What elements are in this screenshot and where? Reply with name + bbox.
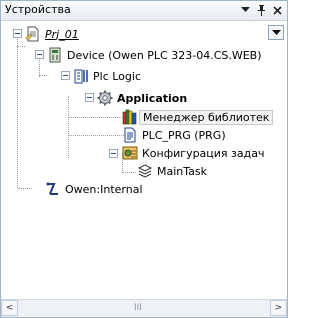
- pin-icon[interactable]: [253, 2, 269, 18]
- panel-titlebar: Устройства: [1, 1, 287, 21]
- device-label: Device (Owen PLC 323-04.CS.WEB): [67, 48, 262, 62]
- project-label: Prj_01: [45, 27, 79, 41]
- scroll-grip[interactable]: III: [134, 303, 142, 313]
- main-task-label: MainTask: [157, 164, 207, 178]
- connection-icon: [46, 182, 58, 195]
- tree-item-project[interactable]: Prj_01: [25, 25, 79, 43]
- task-config-label: Конфигурация задач: [142, 146, 265, 160]
- plc-logic-label: Plc Logic: [93, 69, 141, 83]
- device-tree: Prj_01 Device (Owen PLC 323-04.CS.WEB) P…: [1, 22, 287, 298]
- task-stack-icon: [137, 164, 153, 178]
- tree-item-owen-internal[interactable]: Owen:Internal: [45, 180, 143, 198]
- scroll-right-arrow-icon[interactable]: >: [270, 300, 287, 316]
- tree-item-plc-prg[interactable]: PLC_PRG (PRG): [122, 126, 226, 144]
- plc-device-icon: [49, 47, 61, 63]
- scroll-left-glyph: <: [5, 303, 14, 313]
- tree-item-library-manager[interactable]: Менеджер библиотек: [122, 108, 274, 126]
- plc-logic-icon: [74, 69, 88, 84]
- tree-item-device[interactable]: Device (Owen PLC 323-04.CS.WEB): [47, 46, 262, 64]
- owen-internal-label: Owen:Internal: [65, 182, 143, 196]
- expander-application[interactable]: [85, 93, 94, 102]
- expander-task-config[interactable]: [109, 149, 118, 158]
- devices-panel: Устройства Prj_01 Device (Owen PLC 323-0…: [0, 0, 288, 318]
- expander-project[interactable]: [13, 29, 22, 38]
- close-icon[interactable]: [269, 2, 285, 18]
- application-label: Application: [117, 91, 188, 105]
- program-file-icon: [124, 127, 136, 143]
- gear-icon: [97, 90, 113, 106]
- tree-item-plc-logic[interactable]: Plc Logic: [73, 67, 141, 85]
- panel-title: Устройства: [5, 3, 71, 16]
- tree-item-main-task[interactable]: MainTask: [137, 162, 207, 180]
- expander-plc-logic[interactable]: [61, 71, 70, 80]
- library-manager-label: Менеджер библиотек: [139, 109, 274, 125]
- horizontal-scrollbar[interactable]: < III >: [1, 299, 287, 317]
- task-config-icon: [122, 146, 138, 160]
- expander-device[interactable]: [35, 50, 44, 59]
- plc-prg-label: PLC_PRG (PRG): [142, 128, 226, 142]
- panel-menu-chevron-icon[interactable]: [237, 2, 253, 18]
- library-books-icon: [122, 109, 137, 125]
- tree-item-task-config[interactable]: Конфигурация задач: [122, 144, 264, 162]
- scroll-right-glyph: >: [274, 303, 283, 313]
- project-file-icon: [25, 26, 39, 42]
- scroll-left-arrow-icon[interactable]: <: [1, 300, 18, 316]
- tree-item-application[interactable]: Application: [97, 89, 187, 107]
